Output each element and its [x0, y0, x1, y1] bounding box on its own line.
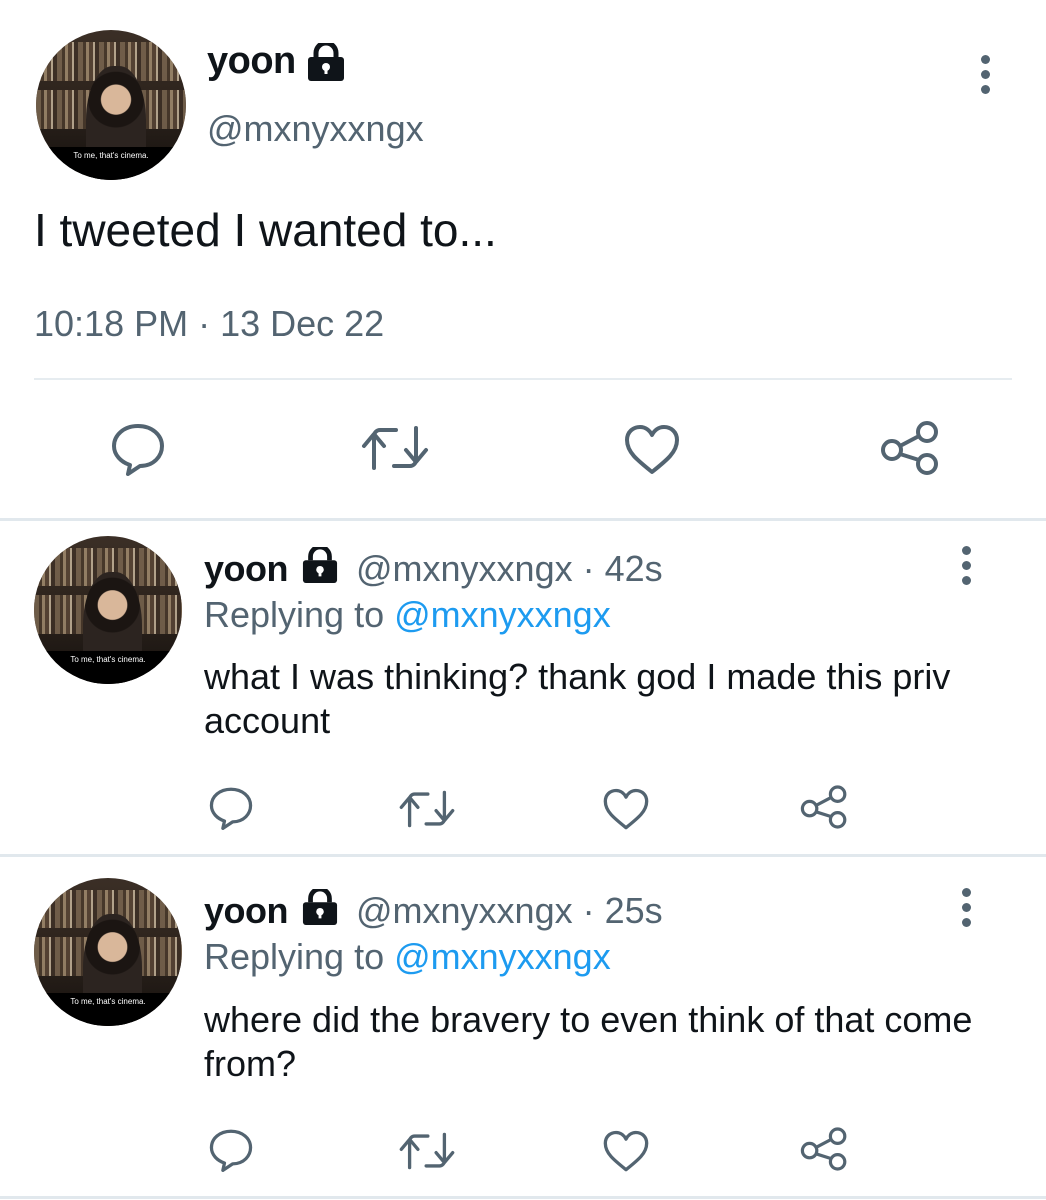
- tweet-text: where did the bravery to even think of t…: [204, 999, 973, 1084]
- tweet-text: what I was thinking? thank god I made th…: [204, 656, 951, 741]
- share-icon[interactable]: [800, 1126, 848, 1172]
- lock-icon: [305, 43, 347, 81]
- mention-link[interactable]: @mxnyxxngx: [394, 936, 611, 977]
- avatar-caption: To me, that's cinema.: [34, 993, 182, 1026]
- display-name[interactable]: yoon: [207, 40, 296, 83]
- more-icon[interactable]: [977, 55, 993, 94]
- tweet-text: I tweeted I wanted to...: [34, 204, 497, 256]
- lock-icon: [300, 547, 340, 583]
- more-icon[interactable]: [958, 888, 974, 927]
- avatar-caption: To me, that's cinema.: [34, 651, 182, 684]
- handle-timestamp[interactable]: @mxnyxxngx · 42s: [356, 548, 663, 590]
- retweet-icon[interactable]: [398, 789, 456, 829]
- divider: [34, 378, 1012, 380]
- divider: [0, 854, 1046, 857]
- retweet-icon[interactable]: [360, 424, 430, 472]
- more-icon[interactable]: [958, 546, 974, 585]
- divider: [0, 1196, 1046, 1199]
- reply-icon[interactable]: [208, 1128, 254, 1172]
- handle-timestamp[interactable]: @mxnyxxngx · 25s: [356, 890, 663, 932]
- retweet-icon[interactable]: [398, 1131, 456, 1171]
- display-name[interactable]: yoon: [204, 548, 289, 590]
- replying-to-label: Replying to: [204, 594, 395, 635]
- replying-to: Replying to @mxnyxxngx: [204, 594, 611, 636]
- display-name[interactable]: yoon: [204, 890, 289, 932]
- mention-link[interactable]: @mxnyxxngx: [394, 594, 611, 635]
- avatar-caption: To me, that's cinema.: [36, 147, 186, 180]
- divider: [0, 518, 1046, 521]
- reply-icon[interactable]: [208, 786, 254, 830]
- like-icon[interactable]: [602, 1130, 650, 1173]
- like-icon[interactable]: [623, 424, 681, 476]
- replying-to: Replying to @mxnyxxngx: [204, 936, 611, 978]
- avatar[interactable]: To me, that's cinema.: [34, 536, 182, 684]
- avatar[interactable]: To me, that's cinema.: [34, 878, 182, 1026]
- lock-icon: [300, 889, 340, 925]
- reply-icon[interactable]: [110, 422, 166, 476]
- avatar[interactable]: To me, that's cinema.: [36, 30, 186, 180]
- like-icon[interactable]: [602, 788, 650, 831]
- replying-to-label: Replying to: [204, 936, 395, 977]
- handle[interactable]: @mxnyxxngx: [207, 108, 424, 150]
- share-icon[interactable]: [800, 784, 848, 830]
- timestamp[interactable]: 10:18 PM · 13 Dec 22: [34, 303, 384, 345]
- share-icon[interactable]: [880, 420, 940, 476]
